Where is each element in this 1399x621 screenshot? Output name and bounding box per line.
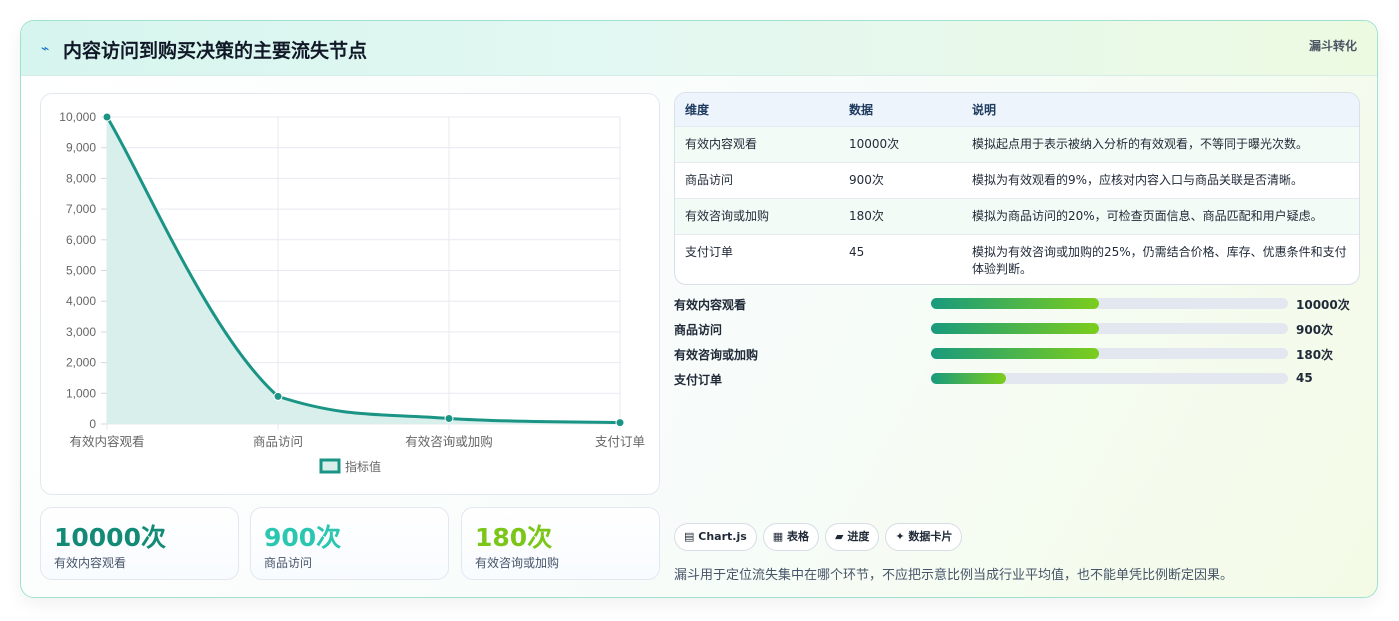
legend-swatch	[319, 458, 341, 474]
progress-row: 有效内容观看 10000次	[674, 296, 1360, 321]
funnel-chart: 0 1,000 2,000 3,000 4,000 5,000 6,000 7,000 8,00…	[59, 110, 645, 474]
header-tag: 漏斗转化	[1308, 39, 1357, 53]
y-tick-label: 9,000	[66, 141, 96, 155]
card-title: 内容访问到购买决策的主要流失节点	[63, 40, 368, 62]
chart-icon: ▤	[684, 530, 695, 543]
funnel-card: ⌁ 内容访问到购买决策的主要流失节点 漏斗转化 0 1,000 2,000 3,000…	[20, 20, 1378, 598]
progress-fill	[931, 323, 1099, 334]
stat-card: 10000次 有效内容观看	[40, 507, 239, 580]
y-tick-label: 8,000	[66, 171, 96, 185]
progress-icon: ▰	[835, 530, 844, 543]
tech-chips: ▤ Chart.js ▦ 表格 ▰ 进度 ✦ 数据卡片	[674, 523, 968, 551]
table-cell-description: 模拟为有效咨询或加购的25%，仍需结合价格、库存、优惠条件和支付体验判断。	[962, 234, 1359, 284]
progress-fill	[931, 348, 1099, 359]
stat-card: 180次 有效咨询或加购	[461, 507, 660, 580]
stat-value: 900次	[264, 523, 342, 552]
stat-label: 有效咨询或加购	[475, 556, 560, 570]
progress-track	[931, 373, 1288, 384]
table-cell-value: 900次	[839, 162, 962, 199]
table-row: 支付订单 45 模拟为有效咨询或加购的25%，仍需结合价格、库存、优惠条件和支付…	[675, 234, 1359, 284]
x-tick-label: 商品访问	[253, 434, 303, 449]
footnote: 漏斗用于定位流失集中在哪个环节，不应把示意比例当成行业平均值，也不能单凭比例断定…	[674, 568, 1234, 583]
table-row: 商品访问 900次 模拟为有效观看的9%，应核对内容入口与商品关联是否清晰。	[675, 162, 1359, 199]
chip-table[interactable]: ▦ 表格	[762, 523, 820, 551]
stat-card: 900次 商品访问	[250, 507, 449, 580]
table-cell-dimension: 有效内容观看	[675, 126, 839, 163]
table-cell-description: 模拟为商品访问的20%，可检查页面信息、商品匹配和用户疑虑。	[962, 198, 1359, 235]
y-tick-label: 1,000	[66, 386, 96, 400]
x-tick-label: 支付订单	[595, 434, 645, 449]
progress-value: 180次	[1296, 348, 1334, 362]
sparkle-icon: ✦	[895, 530, 905, 543]
table-cell-dimension: 有效咨询或加购	[675, 198, 839, 235]
stat-value: 180次	[475, 523, 553, 552]
table-cell-value: 45	[839, 234, 962, 284]
table-cell-value: 180次	[839, 198, 962, 235]
chip-progress[interactable]: ▰ 进度	[825, 523, 880, 551]
table-header-row: 维度 数据 说明	[675, 93, 1359, 127]
data-point	[273, 391, 283, 401]
data-point	[444, 413, 454, 423]
chip-data-cards[interactable]: ✦ 数据卡片	[885, 523, 963, 551]
progress-fill	[931, 373, 1006, 384]
data-point	[615, 418, 625, 428]
progress-label: 有效内容观看	[674, 298, 747, 312]
y-tick-label: 7,000	[66, 202, 96, 216]
table-cell-description: 模拟为有效观看的9%，应核对内容入口与商品关联是否清晰。	[962, 162, 1359, 199]
x-tick-label: 有效内容观看	[69, 434, 144, 449]
table-cell-description: 模拟起点用于表示被纳入分析的有效观看，不等同于曝光次数。	[962, 126, 1359, 163]
legend-label: 指标值	[345, 459, 381, 474]
table-row: 有效咨询或加购 180次 模拟为商品访问的20%，可检查页面信息、商品匹配和用户…	[675, 198, 1359, 235]
progress-fill	[931, 298, 1099, 309]
chip-label: 进度	[847, 530, 870, 543]
chip-label: 表格	[787, 530, 810, 543]
progress-label: 支付订单	[674, 373, 723, 387]
chip-label: Chart.js	[698, 530, 747, 543]
chart-panel: 0 1,000 2,000 3,000 4,000 5,000 6,000 7,000 8,00…	[40, 93, 660, 495]
column-header: 维度	[675, 93, 839, 127]
progress-row: 有效咨询或加购 180次	[674, 346, 1360, 371]
progress-row: 商品访问 900次	[674, 321, 1360, 346]
x-tick-label: 有效咨询或加购	[405, 434, 493, 449]
progress-list: 有效内容观看 10000次 商品访问 900次 有效咨询或加购 180次 支付订…	[674, 296, 1360, 396]
progress-label: 有效咨询或加购	[674, 348, 759, 362]
table-cell-dimension: 支付订单	[675, 234, 839, 284]
table-row: 有效内容观看 10000次 模拟起点用于表示被纳入分析的有效观看，不等同于曝光次…	[675, 126, 1359, 163]
progress-value: 10000次	[1296, 298, 1350, 312]
chip-chartjs[interactable]: ▤ Chart.js	[674, 523, 757, 551]
stat-label: 有效内容观看	[54, 556, 127, 570]
pulse-icon: ⌁	[41, 41, 50, 57]
stat-value: 10000次	[54, 523, 166, 552]
progress-track	[931, 323, 1288, 334]
table-cell-dimension: 商品访问	[675, 162, 839, 199]
table-icon: ▦	[772, 530, 784, 543]
column-header: 数据	[839, 93, 962, 127]
y-tick-label: 4,000	[66, 294, 96, 308]
progress-value: 900次	[1296, 323, 1334, 337]
data-table: 维度 数据 说明 有效内容观看 10000次 模拟起点用于表示被纳入分析的有效观…	[674, 92, 1360, 285]
y-tick-label: 3,000	[66, 325, 96, 339]
y-tick-label: 6,000	[66, 233, 96, 247]
progress-label: 商品访问	[674, 323, 723, 337]
y-tick-label: 2,000	[66, 356, 96, 370]
progress-track	[931, 298, 1288, 309]
progress-row: 支付订单 45	[674, 371, 1360, 396]
card-header: ⌁ 内容访问到购买决策的主要流失节点 漏斗转化	[21, 21, 1377, 76]
chip-label: 数据卡片	[908, 530, 953, 543]
y-tick-label: 0	[89, 417, 96, 431]
column-header: 说明	[962, 93, 1359, 127]
data-point	[102, 112, 112, 122]
table-cell-value: 10000次	[839, 126, 962, 163]
y-tick-label: 5,000	[66, 264, 96, 278]
progress-value: 45	[1296, 371, 1313, 385]
y-tick-label: 10,000	[59, 110, 96, 124]
stat-label: 商品访问	[264, 556, 313, 570]
progress-track	[931, 348, 1288, 359]
